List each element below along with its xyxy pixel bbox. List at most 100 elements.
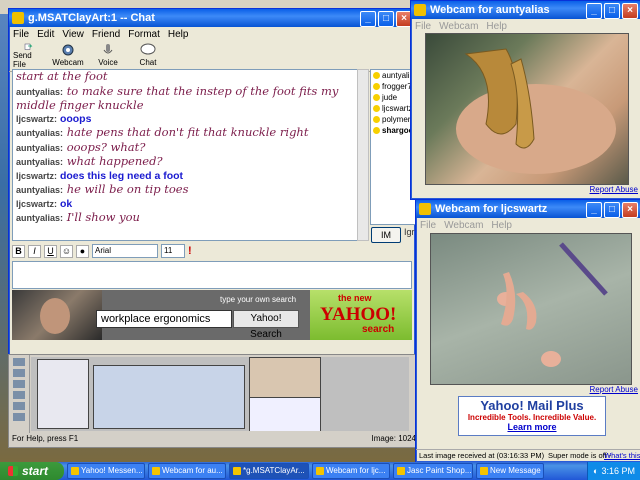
- chat-title: g.MSATClayArt:1 -- Chat: [28, 12, 155, 24]
- menu-help[interactable]: Help: [486, 21, 507, 32]
- italic-button[interactable]: I: [28, 244, 41, 258]
- menu-help[interactable]: Help: [491, 220, 512, 231]
- taskbar-item[interactable]: *g.MSATClayAr...: [229, 463, 309, 479]
- maximize-button[interactable]: □: [604, 3, 620, 19]
- maximize-button[interactable]: □: [378, 11, 394, 27]
- yahoo-icon: [71, 467, 79, 475]
- menu-format[interactable]: Format: [128, 29, 160, 40]
- voice-button[interactable]: Voice: [93, 43, 123, 69]
- mail-icon: [480, 467, 488, 475]
- webcam-icon: [419, 203, 431, 215]
- im-button[interactable]: IM: [371, 227, 401, 243]
- menu-file[interactable]: File: [420, 220, 436, 231]
- screenshot-thumbnail: [249, 357, 321, 399]
- chat-titlebar[interactable]: g.MSATClayArt:1 -- Chat _ □ ×: [9, 9, 415, 27]
- chat-message: auntyalias: what happened?: [16, 154, 163, 168]
- search-ad-banner[interactable]: type your own search workplace ergonomic…: [12, 290, 412, 340]
- tool-icon[interactable]: [13, 413, 25, 421]
- chat-message: auntyalias: hate pens that don't fit tha…: [16, 125, 309, 139]
- close-button[interactable]: ×: [622, 202, 638, 218]
- webcam-video-feed: [430, 233, 632, 385]
- chat-message: ljcswartz: ooops: [16, 112, 92, 125]
- webcam-window-auntyalias: Webcam for auntyalias _ □ × File Webcam …: [410, 0, 640, 200]
- maximize-button[interactable]: □: [604, 202, 620, 218]
- yahoo-mail-plus-ad[interactable]: Yahoo! Mail Plus Incredible Tools. Incre…: [458, 396, 606, 436]
- message-input[interactable]: [12, 261, 412, 289]
- minimize-button[interactable]: _: [360, 11, 376, 27]
- start-button[interactable]: start: [0, 462, 64, 480]
- close-button[interactable]: ×: [622, 3, 638, 19]
- cam1-menubar: File Webcam Help: [411, 19, 640, 33]
- menu-friend[interactable]: Friend: [92, 29, 120, 40]
- buddy-item[interactable]: shargoos: [371, 125, 415, 136]
- taskbar-item[interactable]: Yahoo! Messen...: [67, 463, 145, 479]
- smiley-icon: [373, 94, 380, 101]
- ad-search-button[interactable]: Yahoo! Search: [233, 310, 299, 340]
- chat-message: ljcswartz: ok: [16, 197, 73, 210]
- menu-webcam[interactable]: Webcam: [439, 21, 478, 32]
- report-abuse-link[interactable]: Report Abuse: [590, 185, 638, 194]
- system-tray: ◐ 3:16 PM: [587, 462, 640, 480]
- buddy-item[interactable]: jude: [371, 92, 415, 103]
- menu-file[interactable]: File: [13, 29, 29, 40]
- tray-icon[interactable]: ◐: [593, 462, 598, 480]
- cam1-titlebar[interactable]: Webcam for auntyalias _ □ ×: [411, 1, 640, 19]
- webcam-image: [456, 48, 616, 174]
- tool-icon[interactable]: [13, 358, 25, 366]
- taskbar-item[interactable]: Webcam for au...: [148, 463, 226, 479]
- chat-menubar: File Edit View Friend Format Help: [9, 27, 415, 41]
- smiley-icon: [373, 72, 380, 79]
- chat-button[interactable]: Chat: [133, 43, 163, 69]
- buddy-item[interactable]: frogger703: [371, 81, 415, 92]
- font-size-select[interactable]: 11: [161, 244, 185, 258]
- paint-canvas[interactable]: [31, 357, 409, 431]
- tool-icon[interactable]: [13, 369, 25, 377]
- underline-button[interactable]: U: [44, 244, 57, 258]
- ad-search-input[interactable]: workplace ergonomics: [96, 310, 232, 328]
- bold-button[interactable]: B: [12, 244, 25, 258]
- chat-scrollbar[interactable]: [357, 69, 369, 241]
- cam2-menubar: File Webcam Help: [416, 218, 640, 232]
- color-icon[interactable]: ●: [76, 244, 89, 258]
- webcam-icon: [316, 467, 324, 475]
- webcam-button[interactable]: Webcam: [52, 43, 84, 69]
- paint-tool-palette: [9, 355, 30, 435]
- report-abuse-link[interactable]: Report Abuse: [590, 385, 638, 394]
- menu-edit[interactable]: Edit: [37, 29, 54, 40]
- buddy-item[interactable]: ljcswartz: [371, 103, 415, 114]
- chat-message: ljcswartz: does this leg need a foot: [16, 169, 184, 182]
- menu-webcam[interactable]: Webcam: [444, 220, 483, 231]
- emoticon-icon[interactable]: ☺: [60, 244, 73, 258]
- ignore-link[interactable]: Igr: [404, 227, 415, 237]
- chat-toolbar: Send File Webcam Voice Chat: [9, 41, 415, 72]
- buddy-item[interactable]: auntyalias: [371, 70, 415, 81]
- windows-logo-icon: [8, 466, 18, 476]
- minimize-button[interactable]: _: [586, 3, 602, 19]
- chat-message: auntyalias: to make sure that the instep…: [16, 83, 339, 112]
- taskbar-item[interactable]: Jasc Paint Shop...: [393, 463, 473, 479]
- tool-icon[interactable]: [13, 402, 25, 410]
- minimize-button[interactable]: _: [586, 202, 602, 218]
- send-file-button[interactable]: Send File: [13, 43, 43, 69]
- screenshot-thumbnail: [37, 359, 89, 429]
- webcam-icon: [152, 467, 160, 475]
- smiley-icon: [373, 83, 380, 90]
- menu-help[interactable]: Help: [168, 29, 189, 40]
- ad-title: Yahoo! Mail Plus: [480, 398, 584, 413]
- cam2-statusbar: Last image received at (03:16:33 PM) Sup…: [416, 449, 640, 462]
- taskbar-item[interactable]: Webcam for ljc...: [312, 463, 390, 479]
- taskbar: start Yahoo! Messen... Webcam for au... …: [0, 462, 640, 480]
- font-select[interactable]: Arial: [92, 244, 158, 258]
- microphone-icon: [103, 44, 113, 54]
- cam2-titlebar[interactable]: Webcam for ljcswartz _ □ ×: [416, 200, 640, 218]
- tool-icon[interactable]: [13, 380, 25, 388]
- learn-more-link[interactable]: Learn more: [459, 422, 605, 432]
- tool-icon[interactable]: [13, 391, 25, 399]
- buzz-icon[interactable]: !: [188, 245, 192, 257]
- buddy-item[interactable]: polymerfairy: [371, 114, 415, 125]
- chat-transcript[interactable]: start at the foot auntyalias: to make su…: [12, 69, 358, 241]
- whats-this-link[interactable]: What's this?: [604, 450, 640, 462]
- menu-view[interactable]: View: [62, 29, 84, 40]
- taskbar-item[interactable]: New Message: [476, 463, 544, 479]
- menu-file[interactable]: File: [415, 21, 431, 32]
